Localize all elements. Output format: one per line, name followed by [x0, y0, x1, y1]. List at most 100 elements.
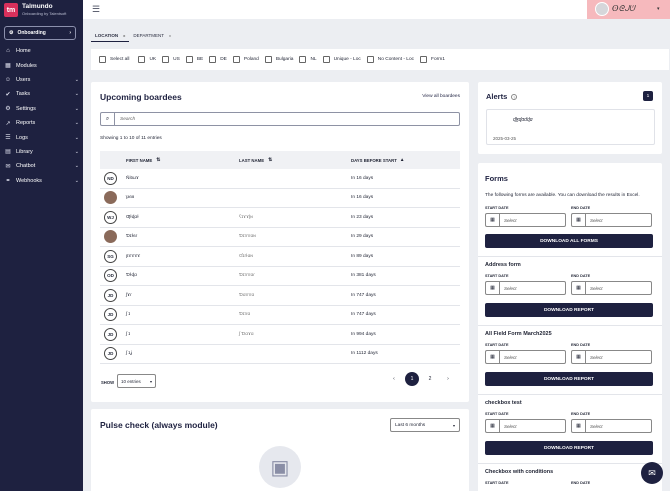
filter-checkbox-5[interactable]: Poland: [232, 56, 259, 63]
sidebar-item-webhooks[interactable]: ⚭ Webhooks ⌄: [0, 174, 83, 188]
brand[interactable]: tm Talmundo Onboarding by Talentsoft: [4, 3, 66, 17]
hamburger-menu-icon[interactable]: ☰: [92, 4, 100, 15]
table-row[interactable]: WJ Ƣɫɖɑɫ ʕɪɤɤɭɴ In 23 days: [100, 208, 460, 228]
table-row[interactable]: JD ʃ ɪʝ In 1112 days: [100, 345, 460, 364]
settings-icon: ⚙: [5, 106, 11, 113]
calendar-icon: ▦: [572, 282, 586, 294]
chevron-down-icon: ⌄: [74, 148, 79, 155]
filter-checkbox-4[interactable]: DE: [209, 56, 227, 63]
column-first-name[interactable]: FIRST NAME ⇅: [126, 157, 160, 163]
filter-label: Form1: [431, 57, 445, 62]
checkbox[interactable]: [322, 56, 330, 63]
settings-icon: ⚙: [9, 30, 14, 36]
start-date-label: START DATE: [485, 274, 509, 278]
table-row[interactable]: JD ʃɤɾ Ɗɑɤɤɑ In 747 days: [100, 286, 460, 306]
table-row[interactable]: ND Ñitɯɤ In 16 days: [100, 169, 460, 189]
table-row[interactable]: Ɗɪɫɞɾ Ɗɪɤɤɑɴ In 29 days: [100, 228, 460, 247]
end-date-field[interactable]: ▦ Select: [571, 419, 652, 433]
sidebar: tm Talmundo Onboarding by Talentsoft ⚙ O…: [0, 0, 83, 491]
library-icon: ▤: [5, 149, 11, 156]
checkbox[interactable]: [99, 56, 106, 63]
start-date-field[interactable]: ▦ Select: [485, 281, 566, 295]
environment-select[interactable]: ⚙ Onboarding ›: [4, 26, 76, 40]
help-icon[interactable]: ?: [511, 94, 518, 101]
filter-checkbox-8[interactable]: Unique - Loc: [322, 56, 361, 63]
search-input[interactable]: Search: [115, 117, 135, 122]
download-report-button[interactable]: DOWNLOAD REPORT: [485, 372, 653, 386]
end-date-label: END DATE: [571, 412, 591, 416]
table-row[interactable]: OD Ɗɫɖɑ Ɗɪɤɤɑɾ In 381 days: [100, 267, 460, 286]
days-before-start: In 23 days: [351, 214, 374, 220]
filter-checkbox-3[interactable]: BE: [185, 56, 203, 63]
checkbox[interactable]: [366, 56, 374, 63]
checkbox[interactable]: [138, 56, 146, 63]
table-row[interactable]: ʅɜɞɞ In 16 days: [100, 189, 460, 208]
start-date-field[interactable]: ▦ Select: [485, 350, 566, 364]
calendar-icon: ▦: [486, 351, 500, 363]
start-date-label: START DATE: [485, 206, 509, 210]
table-row[interactable]: JD ʃ ɪ ʃ Ɗɑɤɑ In 994 days: [100, 325, 460, 345]
filter-checkbox-1[interactable]: UK: [138, 56, 156, 63]
sort-asc-icon: ▴: [400, 157, 404, 163]
checkbox[interactable]: [299, 56, 307, 63]
filter-checkbox-10[interactable]: Form1: [420, 56, 445, 63]
tab-location[interactable]: LOCATION x: [91, 29, 130, 42]
sidebar-item-settings[interactable]: ⚙ Settings ⌄: [0, 102, 83, 116]
sidebar-item-chatbot[interactable]: ✉ Chatbot ⌄: [0, 159, 83, 173]
checkbox[interactable]: [264, 56, 272, 63]
first-name: ʃ ɪʝ: [126, 351, 133, 357]
start-date-field[interactable]: ▦ Select: [485, 213, 566, 227]
sidebar-item-home[interactable]: ⌂ Home: [0, 44, 83, 58]
checkbox[interactable]: [185, 56, 193, 63]
download-report-button[interactable]: DOWNLOAD REPORT: [485, 303, 653, 317]
chat-icon[interactable]: ✉: [641, 462, 663, 484]
sidebar-item-library[interactable]: ▤ Library ⌄: [0, 145, 83, 159]
sidebar-item-tasks[interactable]: ✔ Tasks ⌄: [0, 87, 83, 101]
next-page-icon[interactable]: ›: [441, 372, 455, 386]
sidebar-item-logs[interactable]: ☰ Logs ⌄: [0, 130, 83, 144]
column-days-before-start[interactable]: DAYS BEFORE START ▴: [351, 157, 403, 163]
page-1[interactable]: 1: [405, 372, 419, 386]
close-icon[interactable]: x: [123, 33, 125, 38]
download-report-button[interactable]: DOWNLOAD REPORT: [485, 441, 653, 455]
avatar: ND: [104, 171, 117, 185]
brand-name: Talmundo: [22, 3, 53, 10]
tasks-icon: ✔: [5, 91, 11, 98]
end-date-field[interactable]: ▦ Select: [571, 281, 652, 295]
user-menu[interactable]: ʘᘓᒍᕫ ▾: [587, 0, 670, 19]
checkbox[interactable]: [232, 56, 240, 63]
period-select[interactable]: Last 6 months ▾: [390, 418, 460, 432]
download-all-forms-button[interactable]: DOWNLOAD ALL FORMS: [485, 234, 653, 248]
tab-department[interactable]: DEPARTMENT x: [129, 29, 175, 42]
search-field[interactable]: ⌕ Search: [100, 112, 460, 126]
sidebar-item-modules[interactable]: ▦ Modules: [0, 58, 83, 72]
filter-checkbox-7[interactable]: NL: [299, 56, 317, 63]
filter-checkbox-2[interactable]: US: [162, 56, 180, 63]
table-row[interactable]: SG ʂɤɤɤɤ Ɠɪɾɫɑɴ In 89 days: [100, 247, 460, 267]
divider: [478, 463, 662, 464]
checkbox[interactable]: [162, 56, 170, 63]
close-icon[interactable]: x: [169, 33, 171, 38]
column-last-name[interactable]: LAST NAME ⇅: [239, 157, 272, 163]
page-2[interactable]: 2: [423, 372, 437, 386]
checkbox[interactable]: [209, 56, 217, 63]
checkbox[interactable]: [420, 56, 428, 63]
end-date-field[interactable]: ▦ Select: [571, 213, 652, 227]
chatbot-icon: ✉: [5, 163, 11, 170]
entries-select[interactable]: 10 entries ▾: [117, 374, 156, 388]
table-row[interactable]: JD ʃ ɪ Ɗɪɤɑ In 747 days: [100, 306, 460, 325]
filter-checkbox-9[interactable]: No Content - Loc: [366, 56, 414, 63]
filter-checkbox-6[interactable]: Bulgaria: [264, 56, 293, 63]
sidebar-item-users[interactable]: ☺ Users ⌄: [0, 73, 83, 87]
start-date-field[interactable]: ▦ Select: [485, 419, 566, 433]
view-all-boardees-link[interactable]: View all boardees: [422, 94, 460, 99]
sidebar-item-reports[interactable]: ↗ Reports ⌄: [0, 116, 83, 130]
brand-logo: tm: [4, 3, 18, 17]
filter-checkbox-0[interactable]: Select all: [99, 56, 129, 63]
alert-item[interactable]: ɖɮɖɑɗɖɑ 2025-03-25: [486, 109, 655, 145]
first-name: Ɗɫɖɑ: [126, 273, 137, 279]
end-date-field[interactable]: ▦ Select: [571, 350, 652, 364]
prev-page-icon[interactable]: ‹: [387, 372, 401, 386]
calendar-icon: ▦: [486, 282, 500, 294]
chevron-down-icon: ⌄: [74, 134, 79, 141]
